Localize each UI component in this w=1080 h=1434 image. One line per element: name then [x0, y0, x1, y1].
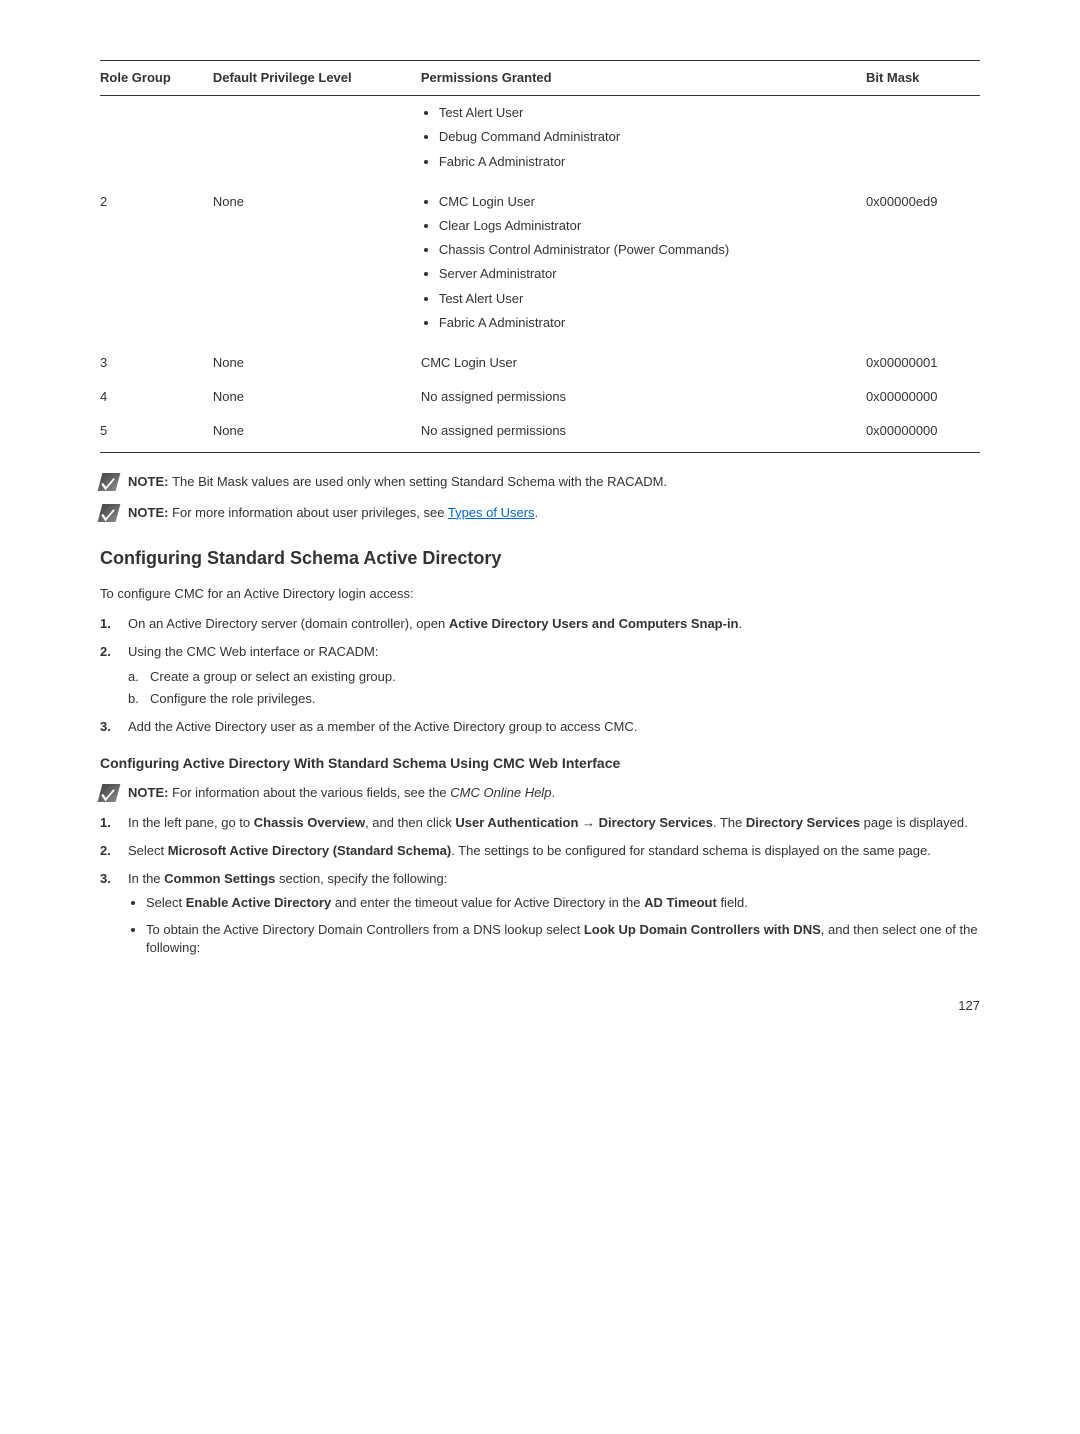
- note-icon: [98, 473, 121, 491]
- list-item: Server Administrator: [439, 265, 856, 283]
- list-item: Fabric A Administrator: [439, 314, 856, 332]
- note-block: NOTE: For information about the various …: [100, 784, 980, 802]
- substep-item: Create a group or select an existing gro…: [128, 668, 980, 686]
- note-block: NOTE: The Bit Mask values are used only …: [100, 473, 980, 491]
- step-item: On an Active Directory server (domain co…: [100, 615, 980, 633]
- list-item: Fabric A Administrator: [439, 153, 856, 171]
- table-row: Test Alert User Debug Command Administra…: [100, 96, 980, 185]
- heading-config-web: Configuring Active Directory With Standa…: [100, 754, 980, 774]
- steps-list: On an Active Directory server (domain co…: [100, 615, 980, 736]
- steps-list-2: In the left pane, go to Chassis Overview…: [100, 814, 980, 957]
- note-icon: [98, 504, 121, 522]
- privilege-table: Role Group Default Privilege Level Permi…: [100, 60, 980, 453]
- list-item: Clear Logs Administrator: [439, 217, 856, 235]
- col-bitmask: Bit Mask: [866, 61, 980, 96]
- types-of-users-link[interactable]: Types of Users: [448, 505, 535, 520]
- list-item: Test Alert User: [439, 290, 856, 308]
- col-role-group: Role Group: [100, 61, 213, 96]
- arrow-icon: →: [578, 815, 598, 830]
- note-icon: [98, 784, 121, 802]
- bullet-item: Select Enable Active Directory and enter…: [146, 894, 980, 912]
- intro-text: To configure CMC for an Active Directory…: [100, 585, 980, 603]
- page-number: 127: [100, 997, 980, 1015]
- list-item: Chassis Control Administrator (Power Com…: [439, 241, 856, 259]
- step-item: In the left pane, go to Chassis Overview…: [100, 814, 980, 832]
- step-item: Select Microsoft Active Directory (Stand…: [100, 842, 980, 860]
- list-item: Debug Command Administrator: [439, 128, 856, 146]
- table-row: 2 None CMC Login User Clear Logs Adminis…: [100, 185, 980, 346]
- table-row: 3 None CMC Login User 0x00000001: [100, 346, 980, 380]
- step-item: Using the CMC Web interface or RACADM: C…: [100, 643, 980, 708]
- substep-item: Configure the role privileges.: [128, 690, 980, 708]
- note-block: NOTE: For more information about user pr…: [100, 504, 980, 522]
- step-item: In the Common Settings section, specify …: [100, 870, 980, 957]
- col-privilege: Default Privilege Level: [213, 61, 421, 96]
- table-row: 5 None No assigned permissions 0x0000000…: [100, 414, 980, 453]
- step-item: Add the Active Directory user as a membe…: [100, 718, 980, 736]
- col-permissions: Permissions Granted: [421, 61, 866, 96]
- heading-config-schema: Configuring Standard Schema Active Direc…: [100, 546, 980, 571]
- list-item: Test Alert User: [439, 104, 856, 122]
- list-item: CMC Login User: [439, 193, 856, 211]
- table-row: 4 None No assigned permissions 0x0000000…: [100, 380, 980, 414]
- bullet-item: To obtain the Active Directory Domain Co…: [146, 921, 980, 957]
